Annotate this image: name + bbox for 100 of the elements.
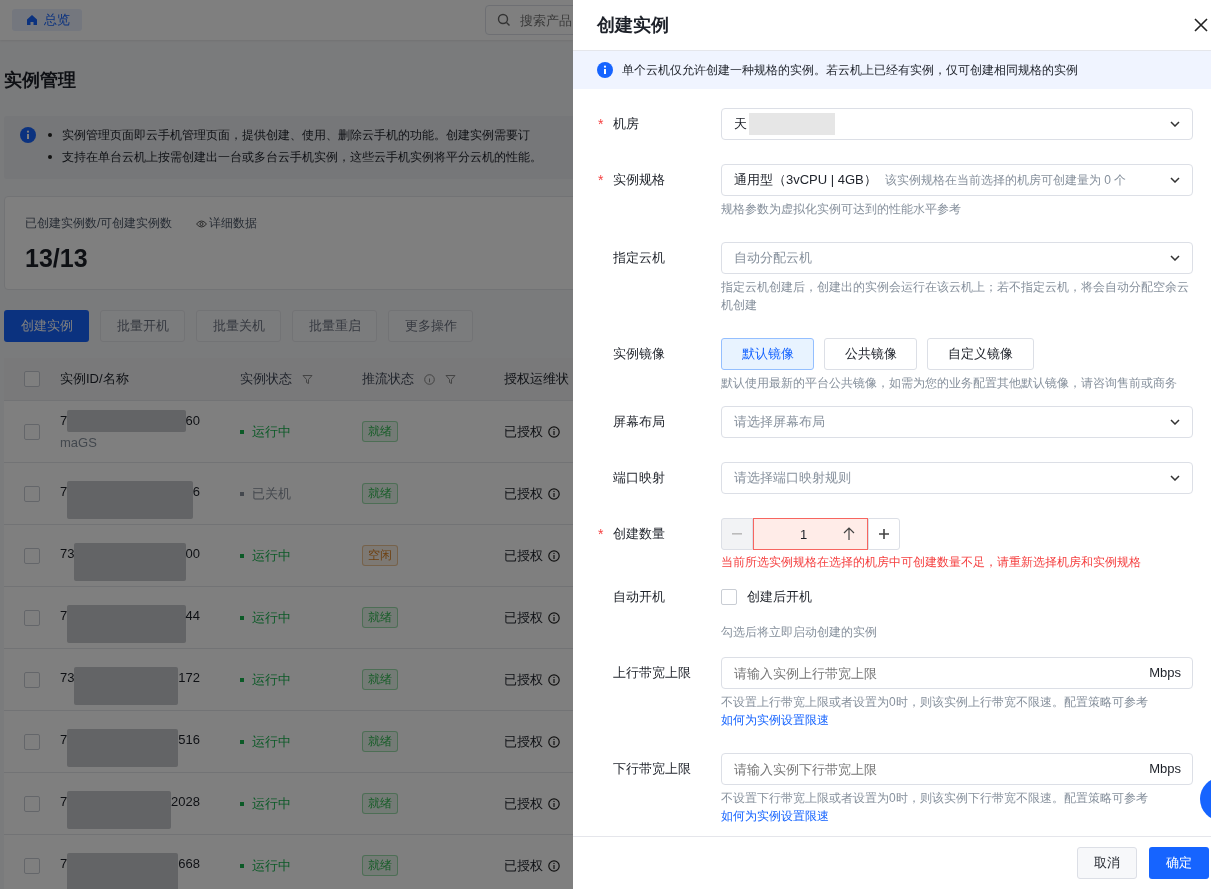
- notice-text: 单个云机仅允许创建一种规格的实例。若云机上已经有实例，仅可创建相同规格的实例: [622, 61, 1078, 79]
- status-text: 运行中: [252, 794, 291, 813]
- filter-icon[interactable]: [302, 373, 313, 385]
- info-icon: [548, 425, 560, 438]
- checkbox[interactable]: [24, 609, 40, 626]
- status-text: 运行中: [252, 546, 291, 565]
- stream-tag: 就绪: [362, 855, 398, 876]
- status-text: 运行中: [252, 856, 291, 875]
- help-text: 不设置上行带宽上限或者设置为0时，则该实例上行带宽不限速。配置策略可参考: [721, 694, 1149, 711]
- instance-id: 7: [60, 731, 68, 747]
- stream-tag: 就绪: [362, 607, 398, 628]
- info-icon: [548, 735, 560, 748]
- select-field[interactable]: 通用型（3vCPU | 4GB） 该实例规格在当前选择的机房可创建量为 0 个: [721, 164, 1193, 196]
- info-icon: [20, 127, 36, 143]
- notice-text: 实例管理页面即云手机管理页面，提供创建、使用、删除云手机的功能。创建实例需要订: [62, 126, 530, 144]
- auth-status: 已授权: [504, 546, 543, 565]
- filter-icon[interactable]: [445, 373, 456, 385]
- instance-id: 6: [192, 483, 200, 499]
- checkbox[interactable]: [24, 857, 40, 874]
- auth-status: 已授权: [504, 484, 543, 503]
- auth-status: 已授权: [504, 608, 543, 627]
- info-icon: [548, 611, 560, 624]
- instance-id: 7: [60, 607, 68, 623]
- info-icon: [548, 673, 560, 686]
- home-icon: [26, 14, 38, 26]
- stream-tag: 就绪: [362, 669, 398, 690]
- field-label: 上行带宽上限: [613, 664, 691, 682]
- help-text: 默认使用最新的平台公共镜像，如需为您的业务配置其他默认镜像，请咨询售前或商务: [721, 375, 1178, 392]
- action-button[interactable]: 创建实例: [4, 310, 89, 342]
- detail-link[interactable]: 详细数据: [196, 215, 258, 232]
- page-title: 实例管理: [4, 69, 77, 92]
- stream-tag: 就绪: [362, 421, 398, 442]
- stream-tag: 空闲: [362, 545, 398, 566]
- help-link[interactable]: 如何为实例设置限速: [721, 713, 829, 727]
- minus-button[interactable]: [721, 518, 753, 550]
- select-field[interactable]: 自动分配云机: [721, 242, 1193, 274]
- checkbox[interactable]: [24, 671, 40, 688]
- stream-tag: 就绪: [362, 793, 398, 814]
- help-text: 不设置下行带宽上限或者设置为0时，则该实例下行带宽不限速。配置策略可参考: [721, 790, 1149, 807]
- column-header: 推流状态: [362, 370, 414, 388]
- stream-tag: 就绪: [362, 483, 398, 504]
- instance-id: 60: [185, 413, 200, 428]
- checkbox[interactable]: [24, 547, 40, 564]
- image-option[interactable]: 默认镜像: [721, 338, 814, 370]
- auth-status: 已授权: [504, 422, 543, 441]
- eye-icon: [196, 219, 208, 228]
- stream-tag: 就绪: [362, 731, 398, 752]
- chevron-down-icon: [1170, 475, 1180, 481]
- image-option[interactable]: 公共镜像: [824, 338, 917, 370]
- status-text: 运行中: [252, 608, 291, 627]
- checkbox[interactable]: [24, 371, 40, 387]
- instance-id: 172: [178, 669, 200, 685]
- stats-label: 已创建实例数/可创建实例数: [25, 215, 173, 232]
- required-mark: *: [598, 116, 604, 132]
- auth-status: 已授权: [504, 856, 543, 875]
- chevron-down-icon: [1170, 255, 1180, 261]
- info-icon: [597, 62, 613, 78]
- footer-button[interactable]: 确定: [1149, 847, 1209, 879]
- search-field[interactable]: 搜索产品: [485, 5, 573, 35]
- instance-id: 73: [60, 545, 75, 561]
- select-field[interactable]: 请选择屏幕布局: [721, 406, 1193, 438]
- select-field[interactable]: 天: [721, 108, 1193, 140]
- help-link[interactable]: 如何为实例设置限速: [721, 809, 829, 823]
- status-text: 运行中: [252, 732, 291, 751]
- help-text: 指定云机创建后，创建出的实例会运行在该云机上；若不指定云机，将会自动分配空余云机创建: [721, 279, 1190, 314]
- footer-button[interactable]: 取消: [1077, 847, 1137, 879]
- image-option[interactable]: 自定义镜像: [927, 338, 1034, 370]
- required-mark: *: [598, 526, 604, 542]
- notice-text: 支持在单台云机上按需创建出一台或多台云手机实例，这些云手机实例将平分云机的性能。: [62, 148, 542, 166]
- instance-name: maGS: [60, 435, 98, 450]
- instance-id: 7: [60, 483, 68, 499]
- bullet-icon: [48, 155, 52, 159]
- instance-id: 7: [60, 855, 68, 871]
- plus-button[interactable]: [868, 518, 900, 550]
- info-icon: [548, 859, 560, 872]
- instance-id: 516: [178, 731, 200, 747]
- quantity-input[interactable]: 1: [753, 518, 868, 550]
- column-header: 授权运维状: [504, 370, 569, 388]
- checkbox[interactable]: [721, 589, 737, 605]
- checkbox[interactable]: [24, 485, 40, 502]
- field-label: 实例规格: [613, 171, 665, 189]
- field-label: 机房: [613, 115, 639, 133]
- drawer-title: 创建实例: [597, 14, 669, 37]
- status-text: 运行中: [252, 422, 291, 441]
- field-label: 创建数量: [613, 525, 665, 543]
- chevron-down-icon: [1170, 419, 1180, 425]
- field-label: 自动开机: [613, 588, 665, 606]
- instance-id: 44: [185, 607, 200, 623]
- checkbox[interactable]: [24, 423, 40, 440]
- chevron-down-icon: [1170, 177, 1180, 183]
- select-field[interactable]: 请选择端口映射规则: [721, 462, 1193, 494]
- required-mark: *: [598, 172, 604, 188]
- checkbox[interactable]: [24, 733, 40, 750]
- close-icon[interactable]: [1194, 18, 1208, 32]
- bullet-icon: [48, 133, 52, 137]
- plus-icon: [879, 529, 889, 539]
- minus-icon: [732, 533, 742, 535]
- checkbox[interactable]: [24, 795, 40, 812]
- column-header: 实例状态: [240, 370, 292, 388]
- home-tab[interactable]: 总览: [12, 9, 82, 31]
